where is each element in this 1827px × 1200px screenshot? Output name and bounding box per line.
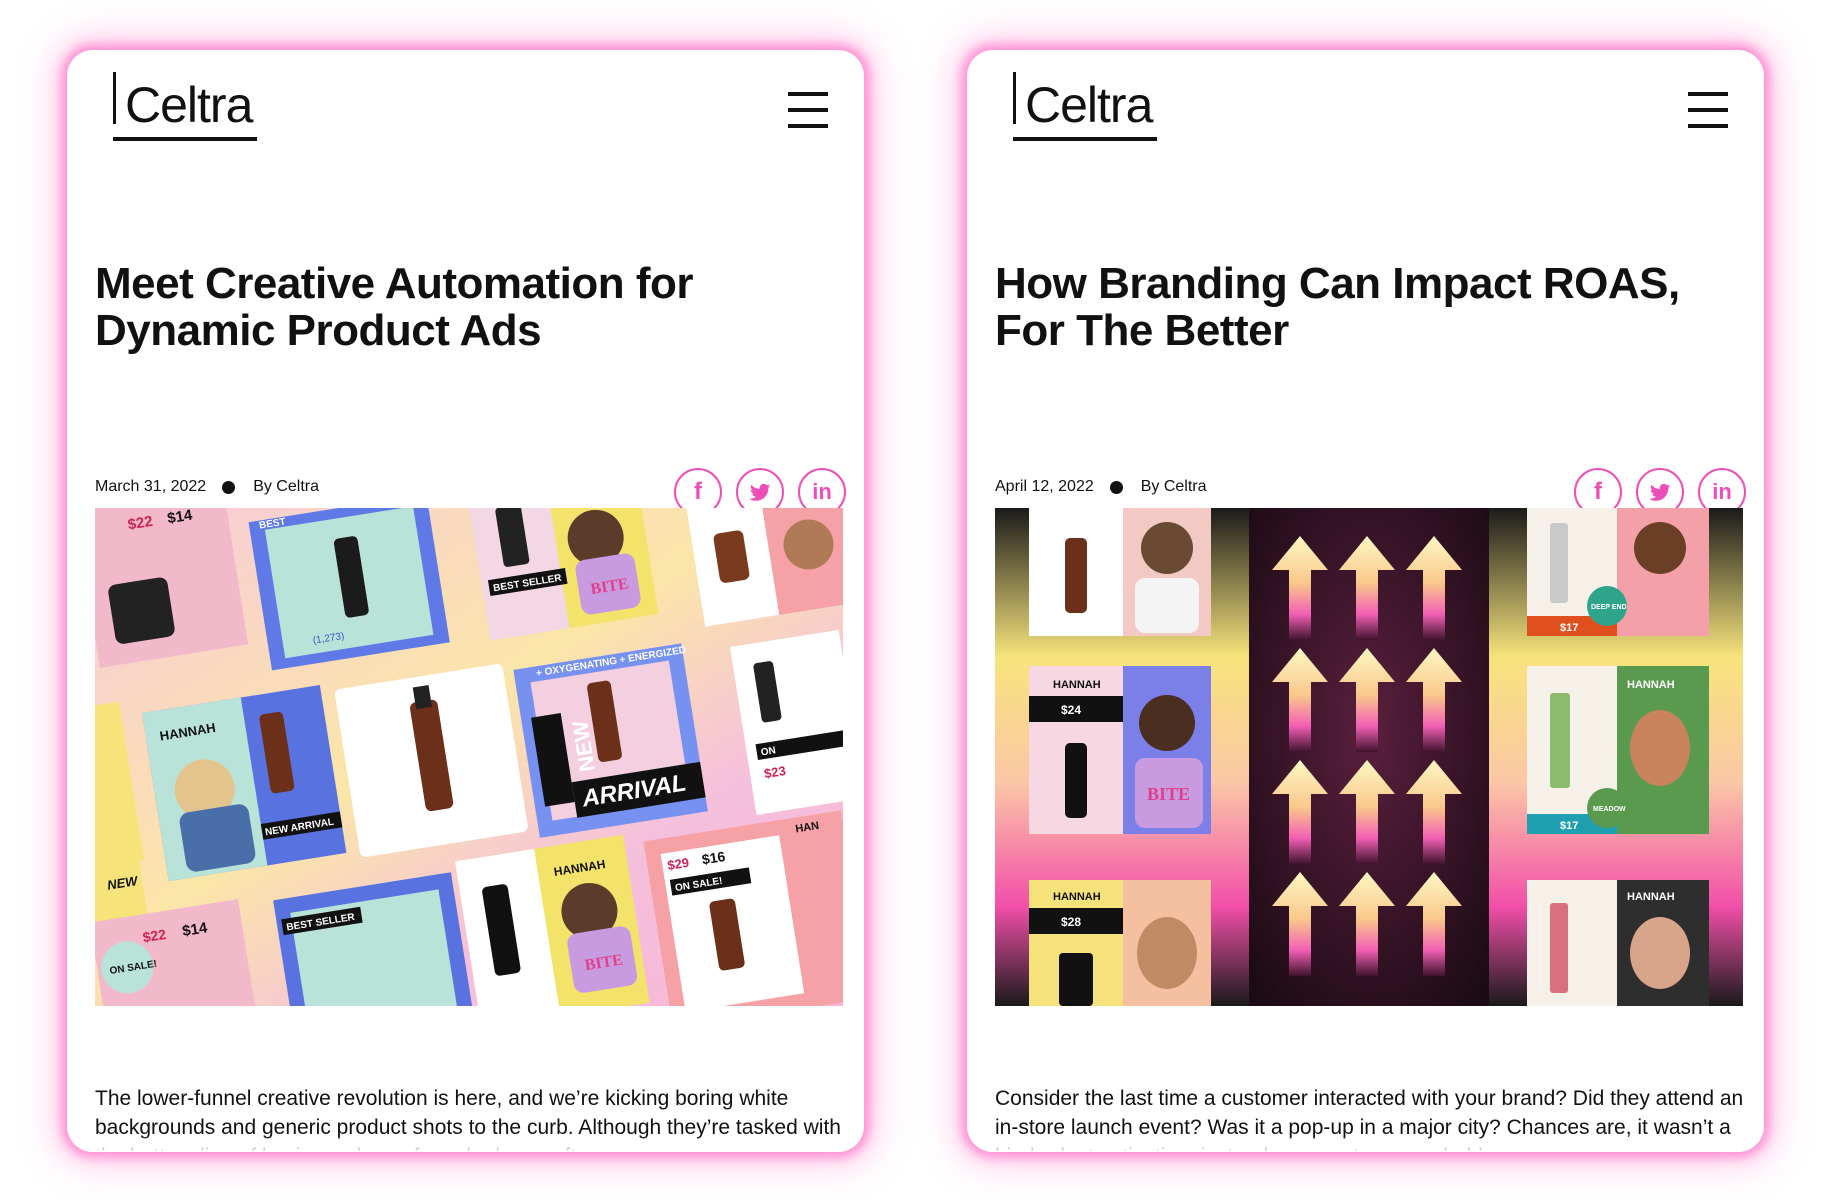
article-meta: April 12, 2022 By Celtra bbox=[995, 478, 1207, 496]
price-3: $17 bbox=[1560, 622, 1578, 634]
publish-date: April 12, 2022 bbox=[995, 478, 1094, 495]
hero-image: HANNAH $24 BITE HANNAH $28 $17 DEEP END bbox=[995, 508, 1743, 1006]
article-title: Meet Creative Automation for Dynamic Pro… bbox=[95, 259, 694, 355]
meadow-badge: MEADOW bbox=[1593, 806, 1626, 813]
hamburger-menu-icon[interactable] bbox=[1688, 92, 1728, 128]
celtra-logo[interactable]: Celtra bbox=[111, 72, 261, 144]
hannah-brand-3: HANNAH bbox=[1627, 679, 1675, 691]
article-card-2: Celtra How Branding Can Impact ROAS, For… bbox=[967, 50, 1764, 1152]
publish-date: March 31, 2022 bbox=[95, 478, 207, 495]
logo-wordmark: Celtra bbox=[1025, 77, 1153, 133]
article-card-1: Celtra Meet Creative Automation for Dyna… bbox=[67, 50, 864, 1152]
celtra-logo[interactable]: Celtra bbox=[1011, 72, 1161, 144]
separator-dot bbox=[222, 480, 236, 494]
hannah-brand-2: HANNAH bbox=[1053, 891, 1101, 903]
author: By Celtra bbox=[1140, 478, 1207, 495]
price-2: $28 bbox=[1061, 915, 1081, 929]
logo-wordmark: Celtra bbox=[125, 77, 253, 133]
hamburger-menu-icon[interactable] bbox=[788, 92, 828, 128]
deep-end-badge: DEEP END bbox=[1591, 604, 1627, 611]
price-4: $17 bbox=[1560, 820, 1578, 832]
bite-shirt-text: BITE bbox=[1147, 784, 1190, 804]
separator-dot bbox=[1109, 480, 1123, 494]
price-1: $24 bbox=[1061, 703, 1081, 717]
article-title: How Branding Can Impact ROAS, For The Be… bbox=[995, 259, 1680, 355]
hero-image: $22 $14 (1,273) BEST BEST SELLER BITE HA… bbox=[95, 508, 843, 1006]
on-sale-side: ON bbox=[760, 745, 777, 758]
author: By Celtra bbox=[253, 478, 319, 495]
article-meta: March 31, 2022 By Celtra bbox=[95, 478, 319, 496]
hannah-brand-4: HANNAH bbox=[1627, 891, 1675, 903]
hannah-brand-1: HANNAH bbox=[1053, 679, 1101, 691]
